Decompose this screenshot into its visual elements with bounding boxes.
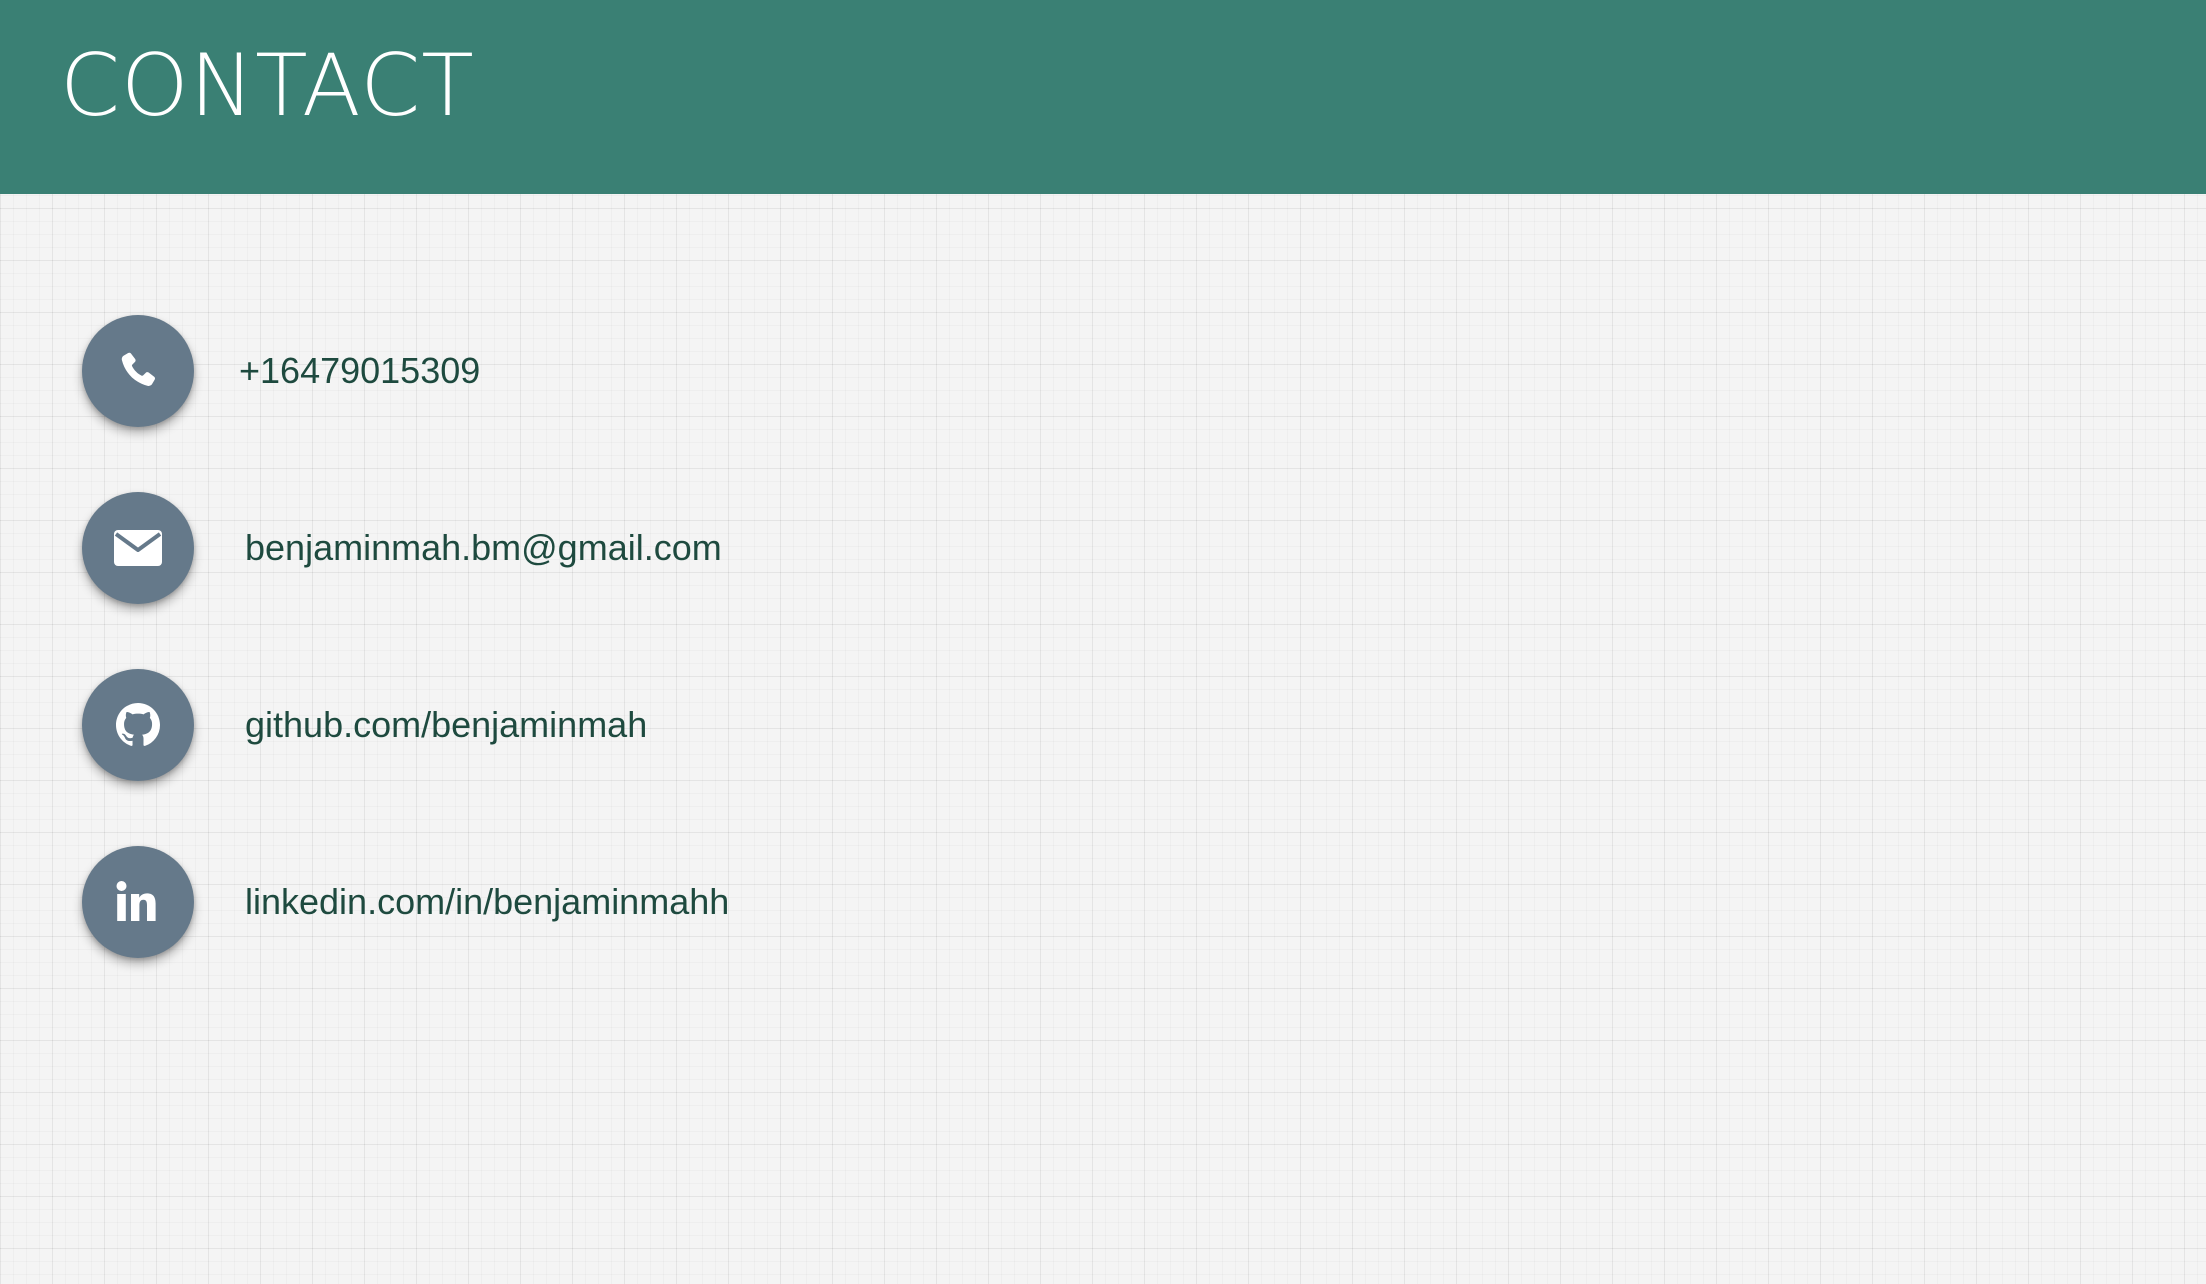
phone-number: +16479015309 (239, 350, 481, 391)
contact-item-github[interactable]: github.com/benjaminmah (82, 669, 647, 781)
phone-icon (82, 315, 194, 427)
email-icon (82, 492, 194, 604)
contact-item-linkedin[interactable]: linkedin.com/in/benjaminmahh (82, 846, 729, 958)
github-link: github.com/benjaminmah (245, 704, 648, 745)
linkedin-link: linkedin.com/in/benjaminmahh (245, 881, 730, 922)
linkedin-icon (82, 846, 194, 958)
email-address: benjaminmah.bm@gmail.com (245, 527, 722, 568)
page-title: CONTACT (60, 36, 475, 136)
page-header: CONTACT (0, 0, 2206, 194)
github-icon (82, 669, 194, 781)
contact-item-phone[interactable]: +16479015309 (82, 315, 480, 427)
contact-item-email[interactable]: benjaminmah.bm@gmail.com (82, 492, 722, 604)
